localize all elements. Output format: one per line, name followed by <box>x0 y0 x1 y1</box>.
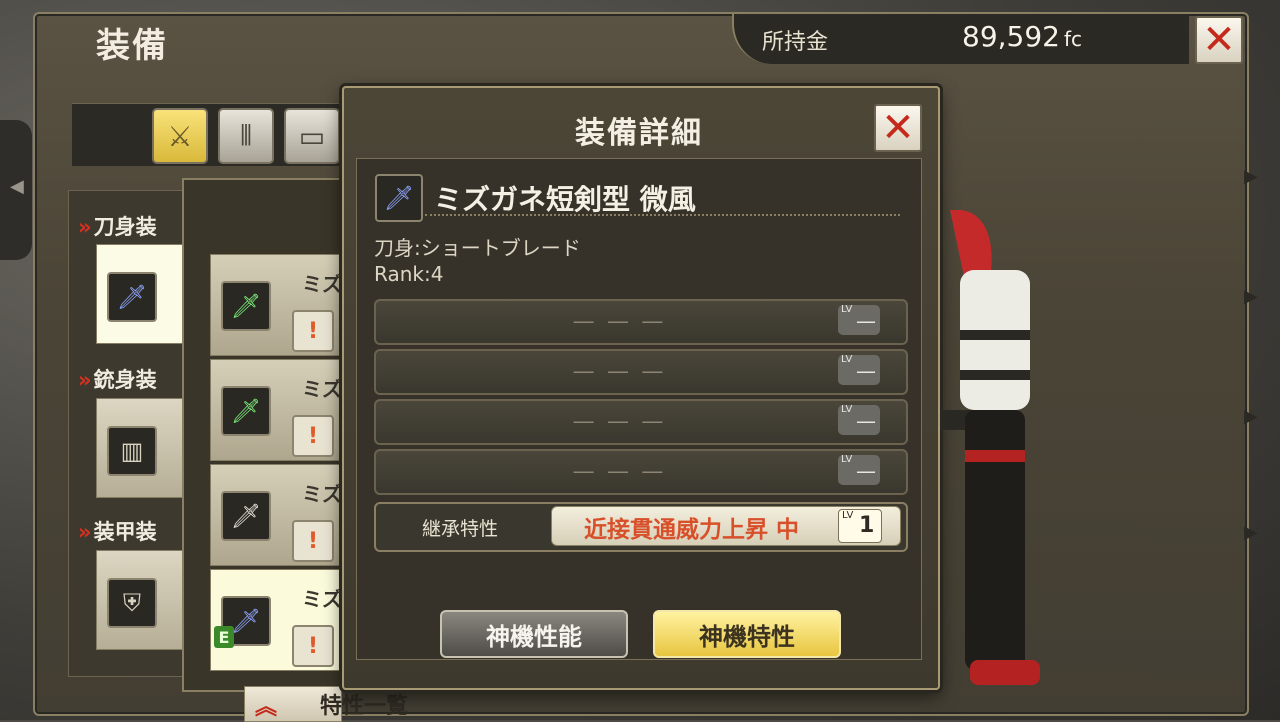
money-amount: 89,592 <box>962 20 1060 53</box>
armor-icon: ▭ <box>298 119 326 153</box>
inherited-trait-level: LV 1 <box>838 509 882 543</box>
money-value: 89,592 fc <box>962 20 1082 53</box>
chevron-right-icon: » <box>78 215 92 239</box>
blade-icon: 🗡 <box>221 386 271 436</box>
chevron-up-icon: ︽ <box>255 695 278 720</box>
trait-level: LV — <box>838 304 880 335</box>
currency-unit: fc <box>1063 27 1083 51</box>
page-title: 装備 <box>96 26 168 66</box>
category-armor: »装甲装 <box>78 516 157 546</box>
trait-name: ― ― ― <box>573 359 667 383</box>
category-gun: »銃身装 <box>78 364 157 394</box>
inherited-trait-value: 近接貫通威力上昇 中 <box>584 517 800 543</box>
character-model <box>940 210 1040 685</box>
armor-shield-icon: ⛨ <box>107 578 157 628</box>
short-blade-type-icon: ! <box>292 415 334 457</box>
close-modal-button[interactable]: ✕ <box>874 104 922 152</box>
money-label: 所持金 <box>762 30 829 55</box>
lv-label: LV <box>841 354 853 365</box>
blade-icon: 🗡 <box>221 491 271 541</box>
category-gun-label: 銃身装 <box>93 368 157 392</box>
tab-gun[interactable]: ⦀ <box>218 108 274 164</box>
right-arrow-icon[interactable]: ▶ <box>1244 406 1262 427</box>
right-arrow-icon[interactable]: ▶ <box>1244 522 1262 543</box>
right-arrow-icon[interactable]: ▶ <box>1244 286 1262 307</box>
short-blade-type-icon: ! <box>292 520 334 562</box>
list-item-name: ミズ <box>302 272 342 296</box>
chevron-right-icon: » <box>78 368 92 392</box>
category-blade-label: 刀身装 <box>93 215 157 239</box>
lv-value: — <box>856 409 876 433</box>
blade-icon: 🗡 <box>221 281 271 331</box>
short-blade-icon: 🗡 <box>107 272 157 322</box>
trait-name: ― ― ― <box>573 309 667 333</box>
bullets-icon: ⦀ <box>239 119 253 152</box>
category-armor-label: 装甲装 <box>93 520 157 544</box>
tab-blade[interactable]: ⚔ <box>152 108 208 164</box>
tab-armor[interactable]: ▭ <box>284 108 340 164</box>
god-arc-performance-button[interactable]: 神機性能 <box>440 610 628 658</box>
lv-label: LV <box>841 454 853 465</box>
god-arc-traits-button[interactable]: 神機特性 <box>653 610 841 658</box>
lv-value: — <box>856 459 876 483</box>
left-arrow-icon: ◀ <box>10 176 24 197</box>
close-window-button[interactable]: ✕ <box>1195 16 1243 64</box>
modal-title: 装備詳細 <box>575 116 703 151</box>
trait-name: ― ― ― <box>573 459 667 483</box>
short-blade-type-icon: ! <box>292 625 334 667</box>
lv-label: LV <box>841 404 853 415</box>
lv-label: LV <box>842 510 854 521</box>
left-edge-tab[interactable]: ◀ <box>0 120 32 260</box>
trait-level: LV — <box>838 404 880 435</box>
trait-level: LV — <box>838 454 880 485</box>
trait-name: ― ― ― <box>573 409 667 433</box>
close-icon: ✕ <box>881 105 915 151</box>
inherited-trait-label: 継承特性 <box>422 518 499 540</box>
short-blade-icon: 🗡 <box>375 174 423 222</box>
item-rank: Rank:4 <box>374 262 444 286</box>
short-blade-type-icon: ! <box>292 310 334 352</box>
lv-label: LV <box>841 304 853 315</box>
equipped-badge: E <box>214 626 234 648</box>
trait-list-tab-label: 特性一覧 <box>320 694 409 719</box>
lv-value: — <box>856 359 876 383</box>
close-icon: ✕ <box>1202 17 1236 63</box>
blade-icon: ⚔ <box>167 119 193 153</box>
list-item-name: ミズ <box>302 482 342 506</box>
list-item-name: ミズ <box>302 377 342 401</box>
category-blade: »刀身装 <box>78 211 157 241</box>
lv-value: — <box>856 309 876 333</box>
item-name: ミズガネ短剣型 微風 <box>434 183 696 216</box>
trait-level: LV — <box>838 354 880 385</box>
list-item-name: ミズ <box>302 587 342 611</box>
divider <box>425 214 900 216</box>
chevron-right-icon: » <box>78 520 92 544</box>
right-arrow-icon[interactable]: ▶ <box>1244 166 1262 187</box>
gun-barrel-icon: ▥ <box>107 426 157 476</box>
item-type: 刀身:ショートブレード <box>374 236 581 260</box>
lv-value: 1 <box>859 513 875 538</box>
